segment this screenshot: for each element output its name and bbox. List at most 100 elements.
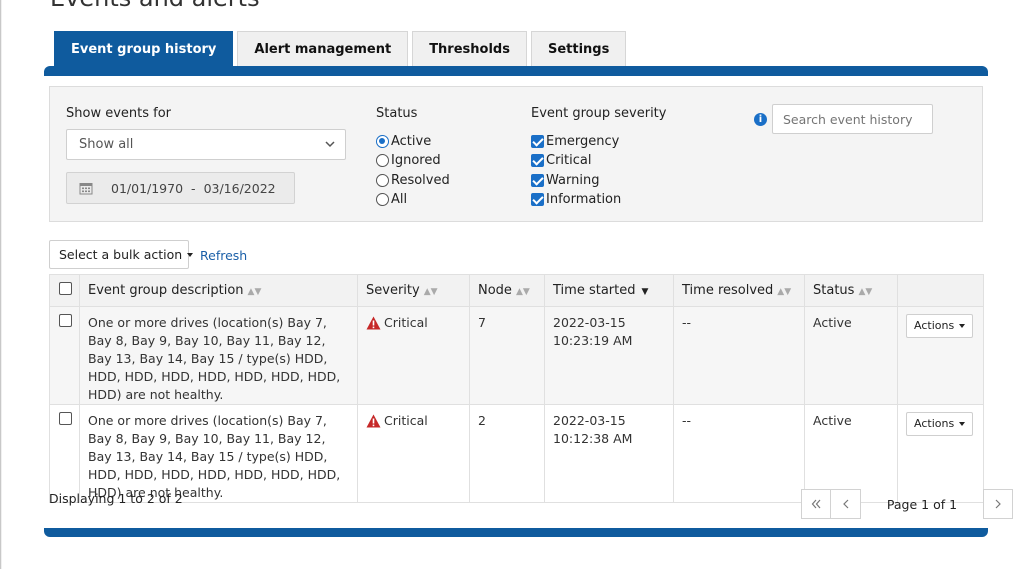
- column-header-status[interactable]: Status ▲▼: [804, 274, 898, 307]
- row-select-cell: [49, 306, 80, 405]
- select-all-checkbox[interactable]: [59, 282, 72, 295]
- window-edge-shadow: [1, 0, 2, 569]
- prev-page-button[interactable]: [831, 489, 861, 519]
- date-to: 03/16/2022: [203, 180, 276, 196]
- event-history-table: Event group description ▲▼ Severity ▲▼ Nod…: [49, 274, 984, 503]
- chevron-down-icon: [325, 141, 335, 148]
- actions-button[interactable]: Actions: [906, 314, 974, 338]
- column-header-description[interactable]: Event group description ▲▼: [79, 274, 358, 307]
- chevron-right-icon: [995, 499, 1001, 509]
- checkbox-critical[interactable]: [531, 154, 544, 168]
- status-option-all[interactable]: All: [376, 190, 450, 209]
- next-page-button[interactable]: [983, 489, 1013, 519]
- column-header-node[interactable]: Node ▲▼: [469, 274, 545, 307]
- radio-ignored[interactable]: [376, 154, 389, 168]
- double-chevron-left-icon: [811, 499, 821, 509]
- status-option-label: Ignored: [391, 153, 441, 169]
- table-row: One or more drives (location(s) Bay 7, B…: [49, 404, 984, 503]
- date-range-input[interactable]: 01/01/1970 - 03/16/2022: [66, 172, 295, 204]
- column-label: Time resolved: [682, 283, 774, 298]
- actions-label: Actions: [914, 319, 955, 332]
- status-cell: Active: [804, 404, 898, 503]
- tab-bar: Event group history Alert management Thr…: [54, 31, 630, 68]
- warning-triangle-icon: [366, 316, 381, 330]
- column-label: Time started: [553, 283, 636, 298]
- sort-icon: ▲▼: [777, 287, 792, 297]
- severity-option-critical[interactable]: Critical: [531, 151, 621, 170]
- show-events-label: Show events for: [66, 106, 172, 121]
- status-option-label: All: [391, 192, 408, 208]
- tab-settings[interactable]: Settings: [530, 31, 627, 67]
- time-started-cell: 2022-03-15 10:12:38 AM: [544, 404, 674, 503]
- panel-top-border: [44, 66, 988, 76]
- row-checkbox[interactable]: [59, 412, 72, 425]
- time-started-time: 10:12:38 AM: [553, 431, 633, 446]
- status-radio-group: Active Ignored Resolved All: [376, 132, 450, 209]
- first-page-button[interactable]: [801, 489, 831, 519]
- date-separator: -: [191, 180, 196, 196]
- actions-label: Actions: [914, 417, 955, 430]
- column-label: Status: [813, 283, 855, 298]
- row-select-cell: [49, 404, 80, 503]
- status-cell: Active: [804, 306, 898, 405]
- actions-cell: Actions: [897, 306, 984, 405]
- checkbox-emergency[interactable]: [531, 135, 544, 149]
- filter-panel: Show events for Show all 01/01/1970 - 03…: [49, 86, 983, 222]
- tab-thresholds[interactable]: Thresholds: [412, 31, 527, 67]
- actions-button[interactable]: Actions: [906, 412, 974, 436]
- severity-option-information[interactable]: Information: [531, 190, 621, 209]
- radio-resolved[interactable]: [376, 173, 389, 187]
- row-checkbox[interactable]: [59, 314, 72, 327]
- severity-option-label: Information: [546, 192, 622, 208]
- description-cell: One or more drives (location(s) Bay 7, B…: [79, 404, 358, 503]
- radio-all[interactable]: [376, 193, 389, 207]
- status-option-ignored[interactable]: Ignored: [376, 151, 450, 170]
- column-label: Severity: [366, 283, 420, 298]
- severity-checkbox-group: Emergency Critical Warning Information: [531, 132, 621, 209]
- severity-option-label: Warning: [546, 172, 600, 188]
- radio-active[interactable]: [376, 135, 389, 149]
- severity-option-warning[interactable]: Warning: [531, 171, 621, 190]
- caret-down-icon: [959, 324, 966, 328]
- column-header-time-resolved[interactable]: Time resolved ▲▼: [673, 274, 805, 307]
- bulk-action-dropdown[interactable]: Select a bulk action: [49, 240, 194, 269]
- column-header-time-started[interactable]: Time started ▼: [544, 274, 674, 307]
- column-header-severity[interactable]: Severity ▲▼: [357, 274, 470, 307]
- search-input[interactable]: [772, 104, 933, 134]
- calendar-icon: [79, 183, 93, 195]
- time-resolved-cell: --: [673, 306, 805, 405]
- status-option-active[interactable]: Active: [376, 132, 450, 151]
- time-started-cell: 2022-03-15 10:23:19 AM: [544, 306, 674, 405]
- time-started-date: 2022-03-15: [553, 315, 626, 330]
- column-header-actions: [897, 274, 984, 307]
- description-cell: One or more drives (location(s) Bay 7, B…: [79, 306, 358, 405]
- table-row: One or more drives (location(s) Bay 7, B…: [49, 306, 984, 405]
- tab-alert-management[interactable]: Alert management: [237, 31, 409, 67]
- sort-icon: ▲▼: [515, 287, 530, 297]
- info-icon[interactable]: i: [754, 113, 767, 126]
- severity-option-emergency[interactable]: Emergency: [531, 132, 621, 151]
- severity-cell: Critical: [357, 404, 470, 503]
- pagination: Page 1 of 1: [801, 489, 1013, 519]
- node-cell: 2: [469, 404, 545, 503]
- status-option-label: Resolved: [391, 172, 450, 188]
- displaying-count: Displaying 1 to 2 of 2: [49, 491, 183, 506]
- time-resolved-cell: --: [673, 404, 805, 503]
- time-started-date: 2022-03-15: [553, 413, 626, 428]
- checkbox-warning[interactable]: [531, 173, 544, 187]
- show-events-value: Show all: [79, 137, 134, 152]
- severity-cell: Critical: [357, 306, 470, 405]
- status-option-resolved[interactable]: Resolved: [376, 171, 450, 190]
- chevron-left-icon: [842, 499, 848, 509]
- time-started-time: 10:23:19 AM: [553, 333, 633, 348]
- severity-text: Critical: [384, 315, 428, 330]
- severity-text: Critical: [384, 413, 428, 428]
- warning-triangle-icon: [366, 414, 381, 428]
- caret-down-icon: [959, 422, 966, 426]
- show-events-select[interactable]: Show all: [66, 129, 346, 160]
- refresh-link[interactable]: Refresh: [200, 248, 247, 263]
- tab-event-group-history[interactable]: Event group history: [54, 31, 234, 67]
- status-option-label: Active: [391, 134, 432, 150]
- actions-cell: Actions: [897, 404, 984, 503]
- checkbox-information[interactable]: [531, 193, 544, 207]
